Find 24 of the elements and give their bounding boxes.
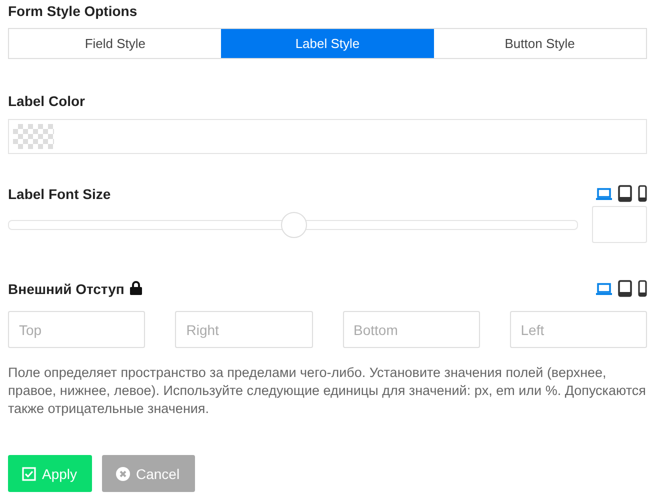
color-field[interactable]	[8, 119, 647, 154]
field-label: Label Font Size	[8, 186, 111, 202]
field-label: Внешний Отступ	[8, 280, 142, 296]
number-field[interactable]	[592, 206, 647, 243]
help-text: Поле определяет пространство за пределами чего-либо. Установите значения полей (верхнее, правое, нижнее, левое). Используйте следующие единицы для значений: px, em или %. Допускаются также отрицательные значения.	[8, 364, 647, 418]
laptop-icon[interactable]	[596, 188, 612, 200]
slider-track[interactable]	[8, 212, 578, 238]
phone-icon[interactable]	[638, 185, 647, 202]
cancel-button[interactable]: Cancel	[102, 455, 195, 492]
close-icon	[116, 466, 130, 480]
phone-icon[interactable]	[638, 280, 647, 297]
slider-thumb[interactable]	[281, 212, 307, 238]
checkbox-icon	[22, 466, 36, 480]
tab[interactable]: Label Style	[221, 29, 434, 58]
laptop-icon[interactable]	[596, 282, 612, 294]
input-field[interactable]: Top	[8, 311, 146, 348]
input-field[interactable]: Left	[510, 311, 647, 348]
lock-icon[interactable]	[130, 280, 142, 294]
tablet-icon[interactable]	[618, 280, 632, 297]
tablet-icon[interactable]	[618, 185, 632, 202]
field-label: Label Color	[8, 93, 86, 109]
section-title: Form Style Options	[8, 3, 138, 19]
input-field[interactable]: Right	[175, 311, 312, 348]
input-field[interactable]: Bottom	[342, 311, 480, 348]
